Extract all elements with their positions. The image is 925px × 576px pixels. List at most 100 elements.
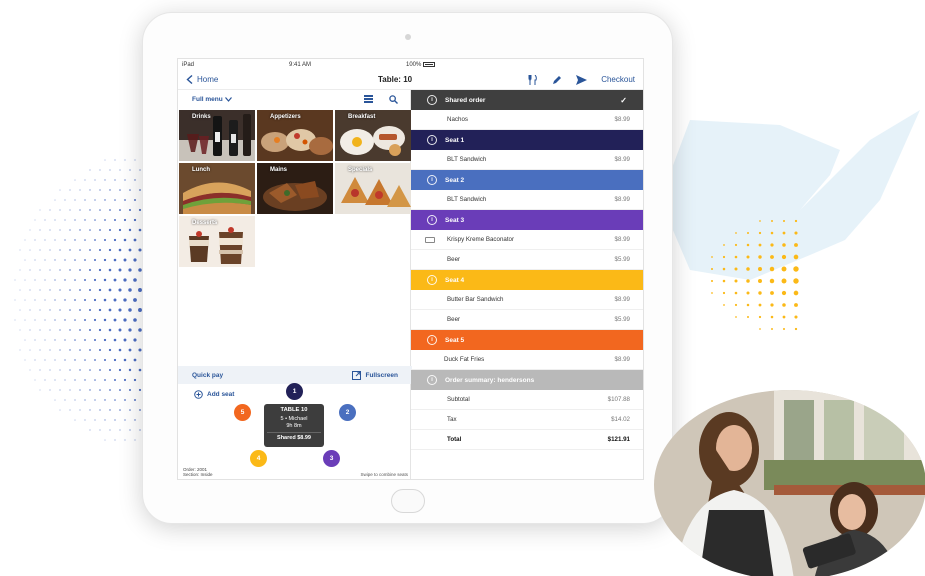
decor-dot [79, 229, 81, 231]
add-seat-button[interactable]: Add seat [194, 390, 234, 399]
summary-value: $14.02 [611, 416, 630, 423]
seat-4-header[interactable]: i Seat 4 [411, 270, 643, 290]
seat-1-header[interactable]: i Seat 1 [411, 130, 643, 150]
decor-dot [44, 239, 46, 241]
swipe-hint: Swipe to combine seats [360, 472, 408, 477]
category-label: Drinks [192, 114, 211, 120]
decor-dot [29, 269, 31, 271]
order-item-row[interactable]: Duck Fat Fries $8.99 [411, 350, 643, 370]
seat-3-marker[interactable]: 3 [323, 450, 340, 467]
decor-dot [794, 231, 798, 235]
decor-dot [84, 399, 86, 401]
shared-order-header[interactable]: i Shared order ✓ [411, 90, 643, 110]
order-item-row[interactable]: BLT Sandwich $8.99 [411, 190, 643, 210]
category-tile-breakfast[interactable]: Breakfast [335, 110, 411, 161]
quick-pay-button[interactable]: Quick pay [192, 372, 223, 379]
decor-dot [39, 229, 41, 231]
seat-1-marker[interactable]: 1 [286, 383, 303, 400]
decor-dot [69, 249, 71, 251]
decor-dot [128, 228, 132, 232]
decor-dot [49, 329, 51, 331]
decor-dot [722, 267, 726, 271]
send-icon[interactable] [576, 74, 588, 85]
category-tile-lunch[interactable]: Lunch [179, 163, 255, 214]
decor-dot [133, 278, 137, 282]
list-view-icon[interactable] [364, 95, 373, 103]
decor-dot [794, 219, 798, 223]
order-item-row[interactable]: Butter Bar Sandwich $8.99 [411, 290, 643, 310]
decor-dot [64, 339, 66, 341]
category-tile-appetizers[interactable]: Appetizers [257, 110, 333, 161]
menu-selector[interactable]: Full menu [192, 96, 232, 103]
decor-dot [103, 358, 107, 362]
decor-dot [89, 209, 91, 211]
decor-dot [134, 399, 136, 401]
item-name: BLT Sandwich [447, 196, 487, 203]
home-back-button[interactable]: Home [186, 75, 218, 84]
decor-dot [746, 267, 750, 271]
decor-dot [109, 209, 111, 211]
decor-dot [108, 288, 112, 292]
decor-dot [39, 289, 41, 291]
order-item-row[interactable]: Beer $5.99 [411, 310, 643, 330]
order-item-row[interactable]: Beer $5.99 [411, 250, 643, 270]
decor-dot [84, 359, 86, 361]
order-item-row[interactable]: Krispy Kreme Baconator $8.99 [411, 230, 643, 250]
decor-dot [64, 379, 66, 381]
decor-dot [54, 199, 56, 201]
decor-dot [19, 309, 21, 311]
decor-dot [771, 328, 773, 330]
decor-dot [74, 239, 76, 241]
item-name: Nachos [447, 116, 468, 123]
decor-dot [59, 349, 61, 351]
seat-2-marker[interactable]: 2 [339, 404, 356, 421]
category-tile-desserts[interactable]: Desserts [179, 216, 255, 267]
seat-5-header[interactable]: i Seat 5 [411, 330, 643, 350]
category-tile-mains[interactable]: Mains [257, 163, 333, 214]
decor-dot [109, 389, 111, 391]
decor-dot [69, 369, 71, 371]
checkout-button[interactable]: Checkout [601, 75, 635, 84]
drinks-photo [179, 110, 255, 161]
table-card-name: TABLE 10 [280, 407, 308, 413]
decor-dot [711, 256, 713, 258]
home-button[interactable] [391, 489, 425, 513]
decor-dot [84, 199, 86, 201]
decor-dot [59, 329, 61, 331]
info-icon: i [427, 135, 437, 145]
info-icon: i [427, 175, 437, 185]
order-summary-header[interactable]: i Order summary: hendersons [411, 370, 643, 390]
table-card[interactable]: TABLE 10 5 • Michael 9h 8m Shared $8.99 [264, 404, 324, 447]
pencil-icon[interactable] [552, 75, 562, 85]
decor-dot [64, 399, 66, 401]
front-camera [405, 34, 411, 40]
category-label: Lunch [192, 167, 210, 173]
fullscreen-button[interactable]: Fullscreen [352, 370, 398, 380]
decor-dot [123, 378, 127, 382]
decor-dot [139, 189, 141, 191]
decor-dot [88, 308, 92, 312]
pos-app-screen: iPad 9:41 AM 100% Home Table: 10 Checkou… [177, 58, 644, 480]
order-item-row[interactable]: BLT Sandwich $8.99 [411, 150, 643, 170]
decor-dot [54, 299, 56, 301]
category-tile-specials[interactable]: Specials [335, 163, 411, 214]
decor-dot [782, 315, 786, 319]
decor-dot [128, 208, 132, 212]
decor-dot [99, 209, 101, 211]
decor-dot [84, 259, 86, 261]
seat-2-header[interactable]: i Seat 2 [411, 170, 643, 190]
decor-dot [14, 299, 16, 301]
add-seat-label: Add seat [207, 391, 235, 398]
decor-dot [108, 308, 112, 312]
decor-dot [54, 319, 56, 321]
seat-3-header[interactable]: i Seat 3 [411, 210, 643, 230]
decor-dot [69, 289, 71, 291]
decor-dot [64, 239, 66, 241]
order-item-row[interactable]: Nachos $8.99 [411, 110, 643, 130]
seat-4-marker[interactable]: 4 [250, 450, 267, 467]
search-icon[interactable] [389, 94, 398, 104]
category-tile-drinks[interactable]: Drinks [179, 110, 255, 161]
decor-dot [79, 329, 81, 331]
cutlery-icon[interactable] [528, 74, 538, 85]
seat-5-marker[interactable]: 5 [234, 404, 251, 421]
